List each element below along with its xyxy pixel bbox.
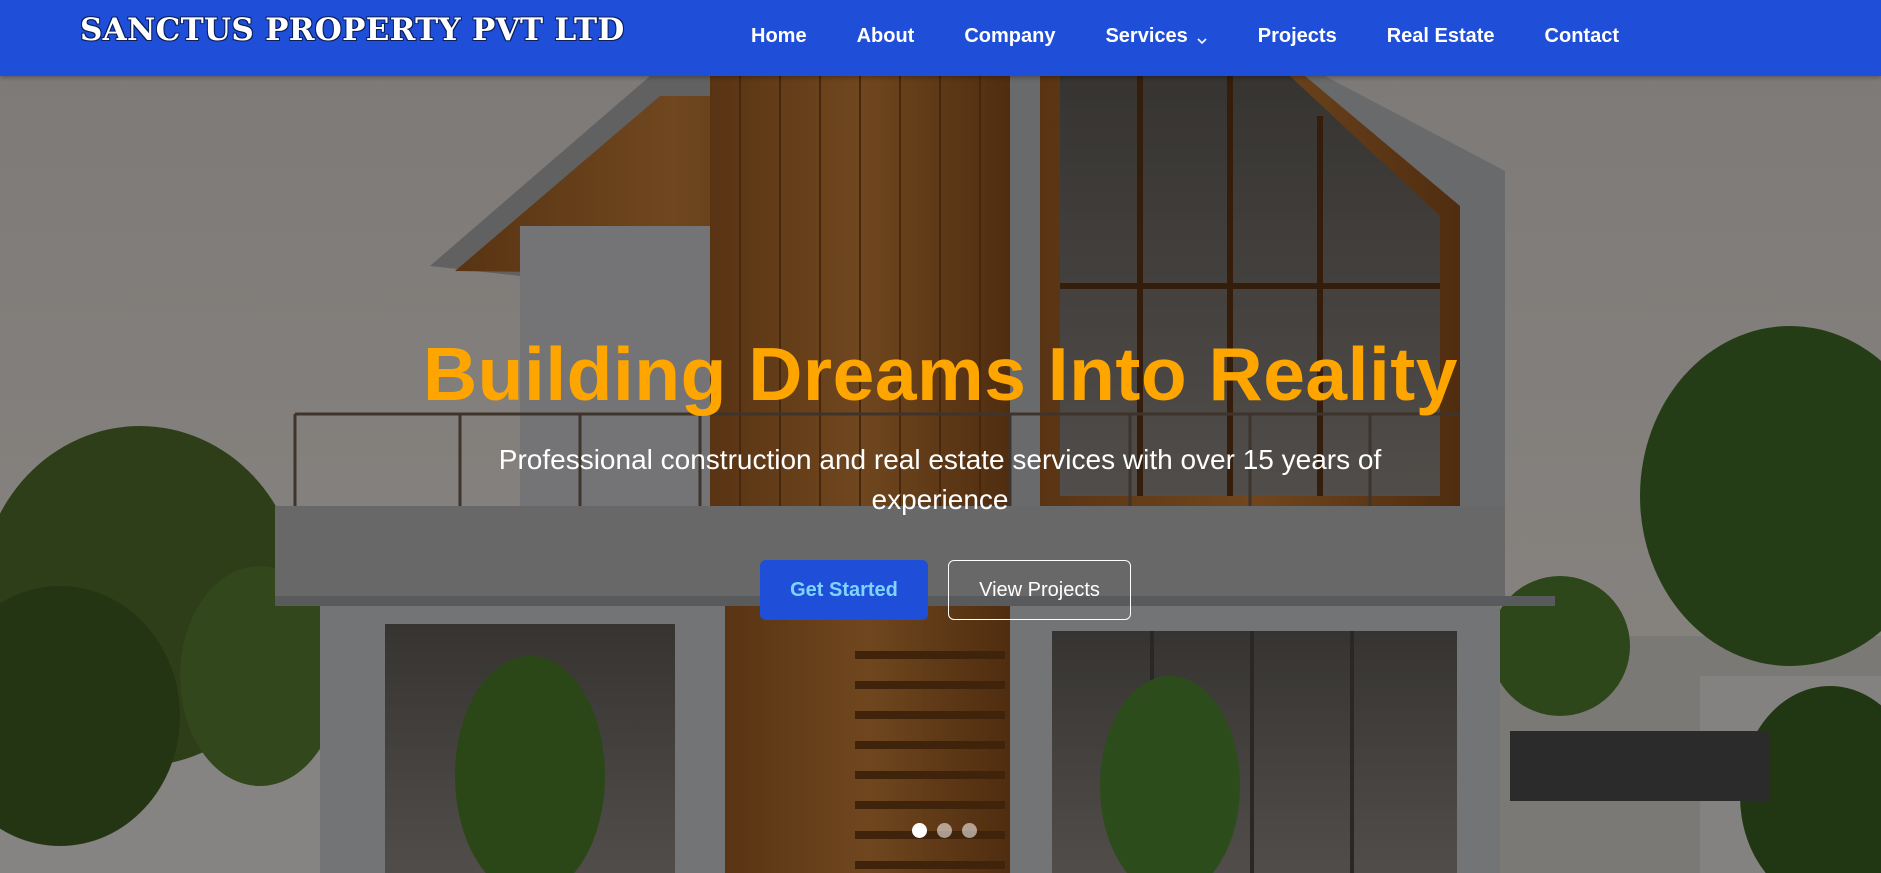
nav-item-company[interactable]: Company — [964, 25, 1055, 48]
carousel-dot[interactable] — [937, 823, 952, 838]
navbar: SANCTUS PROPERTY PVT LTD Home About Comp… — [0, 0, 1881, 76]
carousel-dot[interactable] — [912, 823, 927, 838]
nav-item-label: Company — [964, 24, 1056, 47]
nav-item-services[interactable]: Services — [1105, 25, 1207, 48]
nav-item-contact[interactable]: Contact — [1545, 25, 1619, 48]
carousel-indicators — [912, 823, 977, 838]
carousel-dot[interactable] — [962, 823, 977, 838]
hero-title: Building Dreams Into Reality — [423, 332, 1458, 416]
nav-item-label: Home — [751, 24, 807, 47]
chevron-down-icon — [1196, 30, 1208, 45]
nav-item-about[interactable]: About — [857, 25, 915, 48]
nav-item-label: Real Estate — [1386, 24, 1495, 47]
view-projects-button[interactable]: View Projects — [948, 560, 1131, 620]
nav-item-real-estate[interactable]: Real Estate — [1387, 25, 1495, 48]
nav-item-label: Services — [1105, 24, 1188, 47]
nav-menu: Home About Company Services Projects Rea… — [751, 0, 1619, 72]
brand-logo[interactable]: SANCTUS PROPERTY PVT LTD — [80, 12, 625, 48]
nav-item-label: Contact — [1544, 24, 1619, 47]
get-started-button[interactable]: Get Started — [760, 560, 928, 620]
nav-item-label: About — [856, 24, 915, 47]
hero-section: Building Dreams Into Reality Professiona… — [0, 76, 1881, 873]
nav-item-label: Projects — [1257, 24, 1337, 47]
nav-item-projects[interactable]: Projects — [1258, 25, 1337, 48]
nav-item-home[interactable]: Home — [751, 25, 807, 48]
hero-subtitle: Professional construction and real estat… — [498, 444, 1382, 515]
